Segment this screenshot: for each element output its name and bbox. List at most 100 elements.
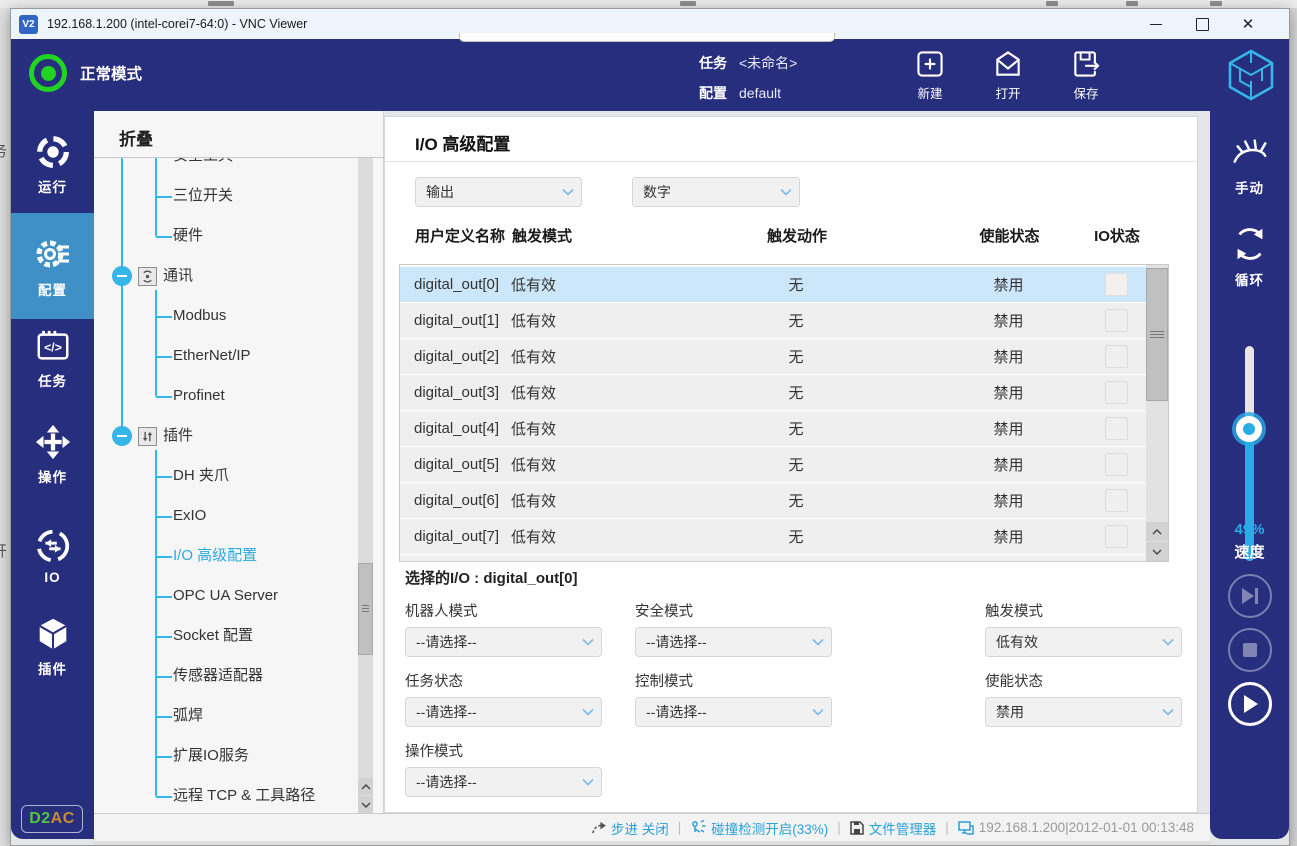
- separator: |: [837, 820, 841, 835]
- sidebar-item-io[interactable]: IO: [11, 527, 94, 585]
- scroll-down-button[interactable]: [358, 796, 373, 813]
- desktop-artifact: 开: [0, 540, 7, 561]
- code-window-icon: </>: [34, 327, 72, 365]
- io-state-checkbox[interactable]: [1105, 273, 1128, 296]
- step-status[interactable]: 步进 关闭: [591, 818, 669, 838]
- maximize-button[interactable]: [1179, 9, 1225, 39]
- stop-icon: [1242, 642, 1258, 658]
- table-row[interactable]: digital_out[8]低有效无禁用: [400, 555, 1146, 562]
- io-state-checkbox[interactable]: [1105, 381, 1128, 404]
- file-manager-button[interactable]: 文件管理器: [850, 818, 937, 838]
- new-button[interactable]: 新建: [891, 43, 969, 107]
- collapse-node-icon[interactable]: [112, 266, 132, 286]
- address-and-time: 192.168.1.200|2012-01-01 00:13:48: [979, 820, 1194, 835]
- table-row[interactable]: digital_out[7]低有效无禁用: [400, 519, 1146, 555]
- play-button[interactable]: [1228, 682, 1272, 726]
- table-row[interactable]: digital_out[4]低有效无禁用: [400, 411, 1146, 447]
- mode-label: 正常模式: [80, 62, 142, 84]
- sidebar-item-operate[interactable]: 操作: [11, 423, 94, 486]
- tree-item-plugins[interactable]: 插件: [112, 425, 193, 447]
- tree-item[interactable]: 远程 TCP & 工具路径: [156, 785, 315, 807]
- operation-mode-select[interactable]: --请选择--: [405, 767, 602, 797]
- chevron-up-icon: [1152, 529, 1162, 535]
- trigger-mode-select[interactable]: 低有效: [985, 627, 1182, 657]
- io-state-checkbox[interactable]: [1105, 345, 1128, 368]
- chevron-down-icon: [1162, 638, 1174, 646]
- tree-item[interactable]: 三位开关: [156, 185, 233, 207]
- open-button[interactable]: 打开: [969, 43, 1047, 107]
- tree-item[interactable]: 扩展IO服务: [156, 745, 249, 767]
- loop-mode-button[interactable]: 循环: [1210, 223, 1289, 289]
- vnc-toolbar-handle[interactable]: [459, 33, 835, 42]
- tree-item[interactable]: OPC UA Server: [156, 585, 278, 607]
- sidebar-item-config[interactable]: 配置: [11, 213, 94, 319]
- new-button-label: 新建: [917, 83, 942, 102]
- table-row[interactable]: digital_out[0]低有效无禁用: [400, 267, 1146, 303]
- tree-scrollbar[interactable]: [358, 158, 373, 813]
- chevron-down-icon: [562, 188, 574, 196]
- collapse-node-icon[interactable]: [112, 426, 132, 446]
- robot-mode-indicator[interactable]: 正常模式: [29, 54, 142, 92]
- tree-item-io-advanced[interactable]: I/O 高级配置: [156, 545, 257, 567]
- collapse-header[interactable]: 折叠: [119, 125, 153, 150]
- tree-item-comms[interactable]: 通讯: [112, 265, 193, 287]
- table-header-row: 用户定义名称 触发模式 触发动作 使能状态 IO状态: [401, 225, 1147, 246]
- tree-item[interactable]: 弧焊: [156, 705, 203, 727]
- table-row[interactable]: digital_out[6]低有效无禁用: [400, 483, 1146, 519]
- manual-mode-button[interactable]: 手动: [1210, 133, 1289, 197]
- tree-item[interactable]: Socket 配置: [156, 625, 253, 647]
- minimize-button[interactable]: [1133, 9, 1179, 39]
- scroll-up-button[interactable]: [1146, 522, 1168, 541]
- sidebar-item-plugin[interactable]: 插件: [11, 615, 94, 678]
- field-label: 操作模式: [405, 740, 463, 761]
- save-button[interactable]: 保存: [1047, 43, 1125, 107]
- tree-item[interactable]: ExIO: [156, 505, 206, 527]
- safety-mode-select[interactable]: --请选择--: [635, 627, 832, 657]
- io-state-checkbox[interactable]: [1105, 417, 1128, 440]
- table-row[interactable]: digital_out[1]低有效无禁用: [400, 303, 1146, 339]
- tree-item[interactable]: DH 夹爪: [156, 465, 229, 487]
- tree-item[interactable]: Modbus: [156, 305, 226, 327]
- scroll-down-button[interactable]: [1146, 542, 1168, 561]
- robot-mode-select[interactable]: --请选择--: [405, 627, 602, 657]
- sidebar-item-run[interactable]: 运行: [11, 133, 94, 196]
- speed-slider-thumb[interactable]: [1236, 416, 1262, 442]
- gear-icon: [33, 234, 73, 274]
- new-file-icon: [914, 48, 946, 80]
- tree-item[interactable]: 安全工具: [156, 158, 233, 167]
- io-state-checkbox[interactable]: [1105, 525, 1128, 548]
- table-row[interactable]: digital_out[5]低有效无禁用: [400, 447, 1146, 483]
- config-tree-panel: 折叠 安全工具 三位开关 硬件 通讯: [94, 111, 384, 813]
- tree-item[interactable]: 传感器适配器: [156, 665, 263, 687]
- io-state-checkbox[interactable]: [1105, 489, 1128, 512]
- divider: [385, 161, 1197, 162]
- task-state-select[interactable]: --请选择--: [405, 697, 602, 727]
- tree-item[interactable]: Profinet: [156, 385, 225, 407]
- brand-logo-icon: [1227, 48, 1275, 107]
- close-button[interactable]: ✕: [1225, 9, 1271, 39]
- table-row[interactable]: digital_out[3]低有效无禁用: [400, 375, 1146, 411]
- io-state-checkbox[interactable]: [1105, 309, 1128, 332]
- open-button-label: 打开: [995, 83, 1020, 102]
- io-state-checkbox[interactable]: [1105, 561, 1128, 562]
- separator: |: [945, 820, 949, 835]
- tree-item[interactable]: EtherNet/IP: [156, 345, 251, 367]
- tree-scrollbar-thumb[interactable]: [358, 563, 373, 655]
- stop-button[interactable]: [1228, 628, 1272, 672]
- collision-detection-status[interactable]: 碰撞检测开启(33%): [690, 818, 828, 838]
- table-scrollbar-thumb[interactable]: [1146, 268, 1168, 401]
- table-scrollbar[interactable]: [1146, 265, 1168, 561]
- table-row[interactable]: digital_out[2]低有效无禁用: [400, 339, 1146, 375]
- enable-state-select[interactable]: 禁用: [985, 697, 1182, 727]
- speed-value: 49%: [1210, 521, 1289, 538]
- io-direction-select[interactable]: 输出: [415, 177, 582, 207]
- sidebar-item-label: 任务: [38, 370, 67, 390]
- control-mode-select[interactable]: --请选择--: [635, 697, 832, 727]
- sidebar-item-task[interactable]: </> 任务: [11, 327, 94, 390]
- io-state-checkbox[interactable]: [1105, 453, 1128, 476]
- skip-icon: [1240, 587, 1260, 605]
- io-type-select[interactable]: 数字: [632, 177, 800, 207]
- tree-item[interactable]: 硬件: [156, 225, 203, 247]
- scroll-up-button[interactable]: [358, 778, 373, 795]
- step-forward-button[interactable]: [1228, 574, 1272, 618]
